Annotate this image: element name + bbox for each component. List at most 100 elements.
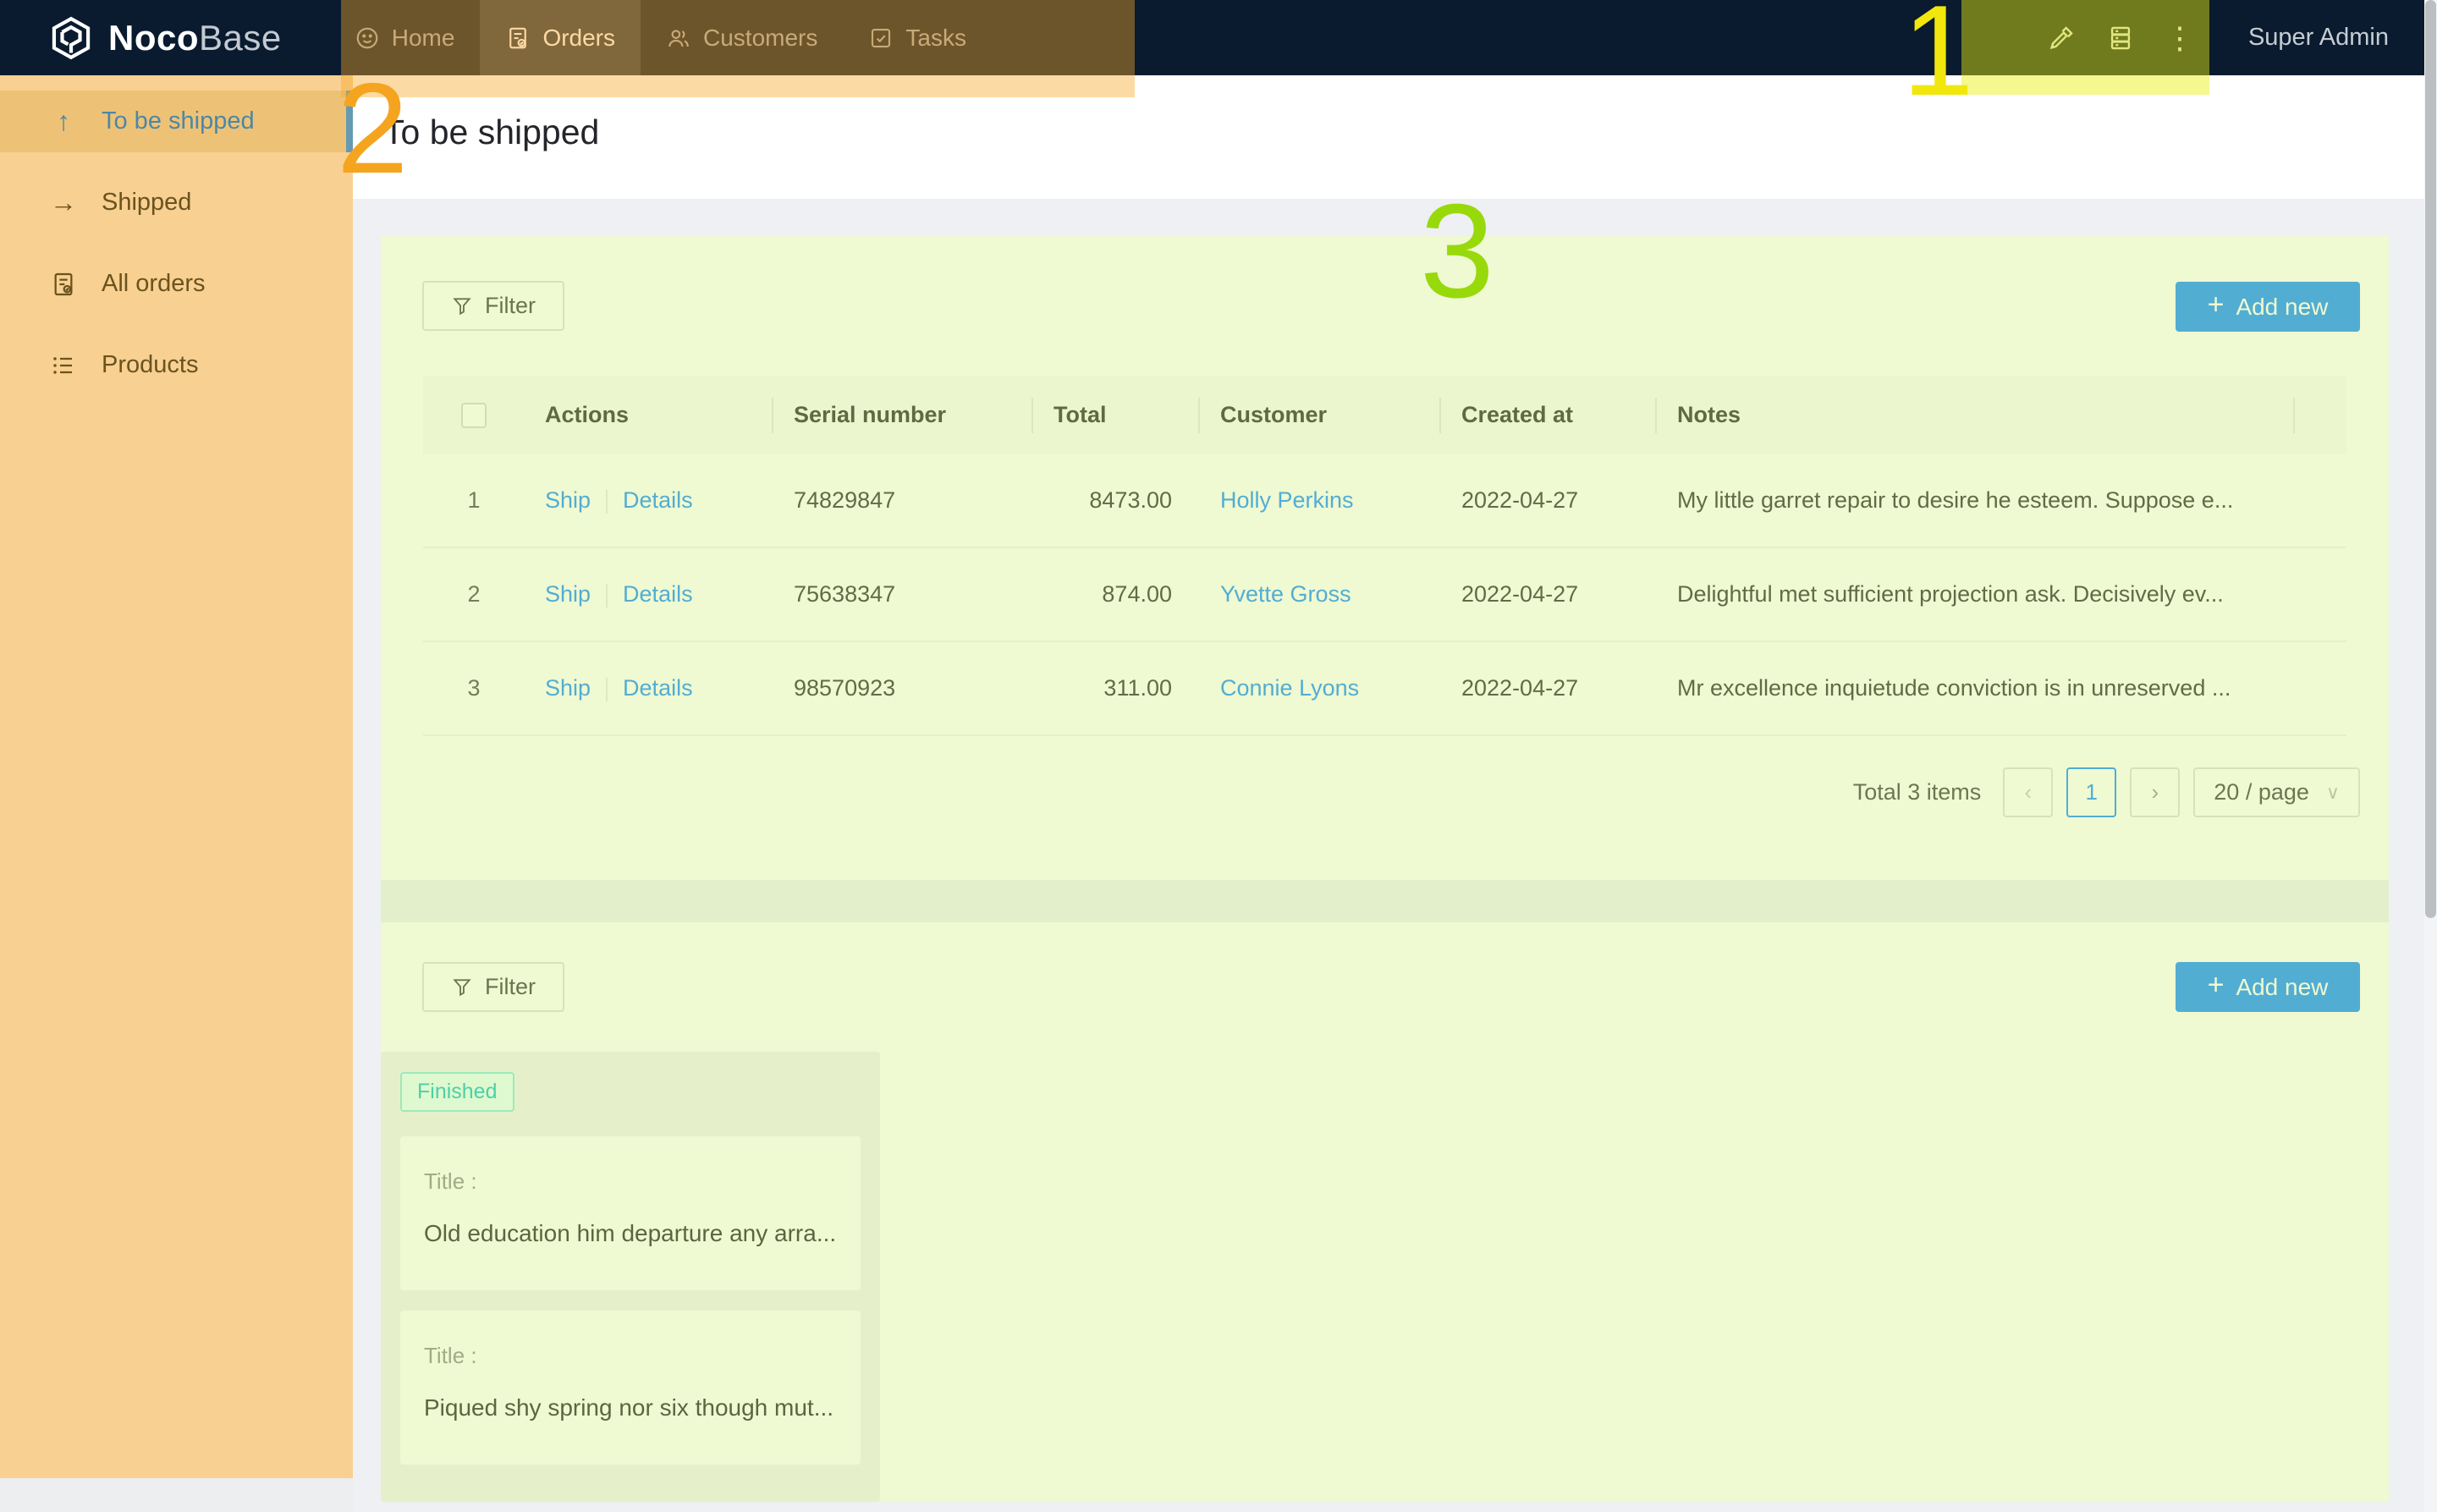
column-header-actions[interactable]: Actions (525, 376, 773, 454)
card-title-value: Old education him departure any arra... (424, 1220, 837, 1247)
pagination-next-button[interactable]: › (2130, 767, 2180, 817)
orders-table-block: Filter + Add new Actions Serial number T… (381, 235, 2389, 880)
add-new-label: Add new (2236, 294, 2328, 321)
sidebar-item-label: All orders (102, 270, 206, 298)
column-header-customer[interactable]: Customer (1200, 376, 1441, 454)
kanban-cards: Title : Old education him departure any … (400, 1136, 861, 1465)
row-actions: Ship Details (525, 487, 773, 514)
table-header-row: Actions Serial number Total Customer Cre… (423, 376, 2346, 454)
table-body: 1 ShipDetails 74829847 8473.00 Holly Per… (423, 454, 2346, 736)
kanban-add-new-button[interactable]: + Add new (2176, 962, 2360, 1012)
status-badge[interactable]: Finished (400, 1072, 514, 1112)
table-row: 3 ShipDetails 98570923 311.00 Connie Lyo… (423, 642, 2346, 736)
row-notes: My little garret repair to desire he est… (1657, 487, 2295, 514)
sidebar-item-label: To be shipped (102, 107, 255, 135)
column-header-total[interactable]: Total (1033, 376, 1200, 454)
filter-button-label: Filter (485, 293, 536, 319)
row-actions: Ship Details (525, 675, 773, 701)
tab-orders-label: Orders (542, 25, 615, 52)
column-header-created[interactable]: Created at (1441, 376, 1657, 454)
row-created-at: 2022-04-27 (1441, 675, 1657, 701)
brand-primary: Noco (108, 18, 199, 58)
sidebar-item-products[interactable]: Products (0, 334, 353, 396)
column-header-serial[interactable]: Serial number (773, 376, 1033, 454)
card-title-value: Piqued shy spring nor six though mut... (424, 1394, 837, 1421)
vertical-scrollbar[interactable] (2424, 0, 2437, 1512)
user-menu[interactable]: Super Admin (2248, 24, 2389, 52)
add-new-button[interactable]: + Add new (2176, 282, 2360, 332)
table-row: 2 ShipDetails 75638347 874.00 Yvette Gro… (423, 548, 2346, 642)
row-total: 8473.00 (1033, 487, 1200, 514)
customer-link[interactable]: Holly Perkins (1220, 487, 1354, 513)
row-actions: Ship Details (525, 581, 773, 608)
tab-customers-label: Customers (703, 25, 817, 52)
ship-link[interactable]: Ship (545, 675, 591, 701)
ship-link[interactable]: Ship (545, 581, 591, 607)
tab-customers[interactable]: Customers (641, 0, 843, 75)
vertical-ellipsis-icon: ⋮ (2165, 23, 2195, 53)
tab-home[interactable]: Home (329, 0, 481, 75)
tab-tasks[interactable]: Tasks (843, 0, 992, 75)
action-divider (606, 584, 608, 608)
smiley-icon (355, 25, 380, 51)
receipt-icon (505, 25, 531, 51)
ship-link[interactable]: Ship (545, 487, 591, 513)
row-created-at: 2022-04-27 (1441, 487, 1657, 514)
customer-link[interactable]: Yvette Gross (1220, 581, 1351, 607)
sidebar-item-shipped[interactable]: → Shipped (0, 172, 353, 234)
sidebar-item-label: Products (102, 351, 198, 379)
filter-funnel-icon (451, 976, 473, 998)
plus-icon: + (2208, 289, 2225, 322)
kanban-card[interactable]: Title : Piqued shy spring nor six though… (400, 1311, 861, 1465)
filter-button[interactable]: Filter (422, 281, 564, 331)
customer-link[interactable]: Connie Lyons (1220, 675, 1359, 701)
ui-editor-button[interactable] (2032, 0, 2091, 75)
nav-tabs: Home Orders Customers Tas (329, 0, 992, 75)
row-index: 3 (423, 675, 525, 701)
pagination: Total 3 items ‹ 1 › 20 / page ∨ (1853, 767, 2360, 817)
kanban-filter-button[interactable]: Filter (422, 962, 564, 1012)
details-link[interactable]: Details (623, 675, 693, 701)
page-size-select[interactable]: 20 / page ∨ (2193, 767, 2360, 817)
card-title-label: Title : (424, 1168, 837, 1195)
pagination-prev-button[interactable]: ‹ (2003, 767, 2053, 817)
tab-tasks-label: Tasks (905, 25, 966, 52)
column-header-notes[interactable]: Notes (1657, 376, 2295, 454)
selected-indicator-bar (346, 91, 353, 152)
sidebar-item-to-be-shipped[interactable]: ↑ To be shipped (0, 91, 353, 152)
filter-funnel-icon (451, 295, 473, 317)
kanban-card[interactable]: Title : Old education him departure any … (400, 1136, 861, 1290)
add-new-label: Add new (2236, 974, 2328, 1001)
action-divider (606, 678, 608, 701)
row-total: 311.00 (1033, 675, 1200, 701)
pagination-page-1[interactable]: 1 (2066, 767, 2116, 817)
scrollbar-thumb[interactable] (2425, 0, 2436, 918)
details-link[interactable]: Details (623, 487, 693, 513)
clipboard-icon (50, 271, 77, 298)
sidebar-item-all-orders[interactable]: All orders (0, 253, 353, 315)
arrow-right-icon: → (49, 187, 78, 218)
highlighter-icon (2047, 24, 2076, 52)
pagination-total: Total 3 items (1853, 779, 1982, 805)
details-link[interactable]: Details (623, 581, 693, 607)
tab-orders[interactable]: Orders (480, 0, 641, 75)
row-serial: 74829847 (773, 487, 1033, 514)
plus-icon: + (2208, 969, 2225, 1002)
page-title-band: To be shipped (353, 75, 2424, 199)
checkbox-icon (868, 25, 894, 51)
top-nav: NocoBase Home Orders (0, 0, 2424, 75)
more-menu-button[interactable]: ⋮ (2150, 0, 2209, 75)
select-all-checkbox[interactable] (461, 403, 487, 428)
brand-text: NocoBase (108, 18, 282, 58)
plugins-button[interactable] (2091, 0, 2150, 75)
brand-secondary: Base (199, 18, 282, 58)
page-title: To be shipped (383, 113, 599, 152)
row-total: 874.00 (1033, 581, 1200, 608)
tab-home-label: Home (392, 25, 455, 52)
kanban-block: Filter + Add new Pending Title : Removed… (381, 922, 2389, 1502)
card-title-label: Title : (424, 1343, 837, 1369)
row-index: 2 (423, 581, 525, 608)
nocobase-logo[interactable]: NocoBase (0, 14, 316, 62)
sidebar: ↑ To be shipped → Shipped All orders (0, 75, 353, 1478)
main-content: To be shipped Filter + Add new Actions S… (353, 75, 2424, 1512)
